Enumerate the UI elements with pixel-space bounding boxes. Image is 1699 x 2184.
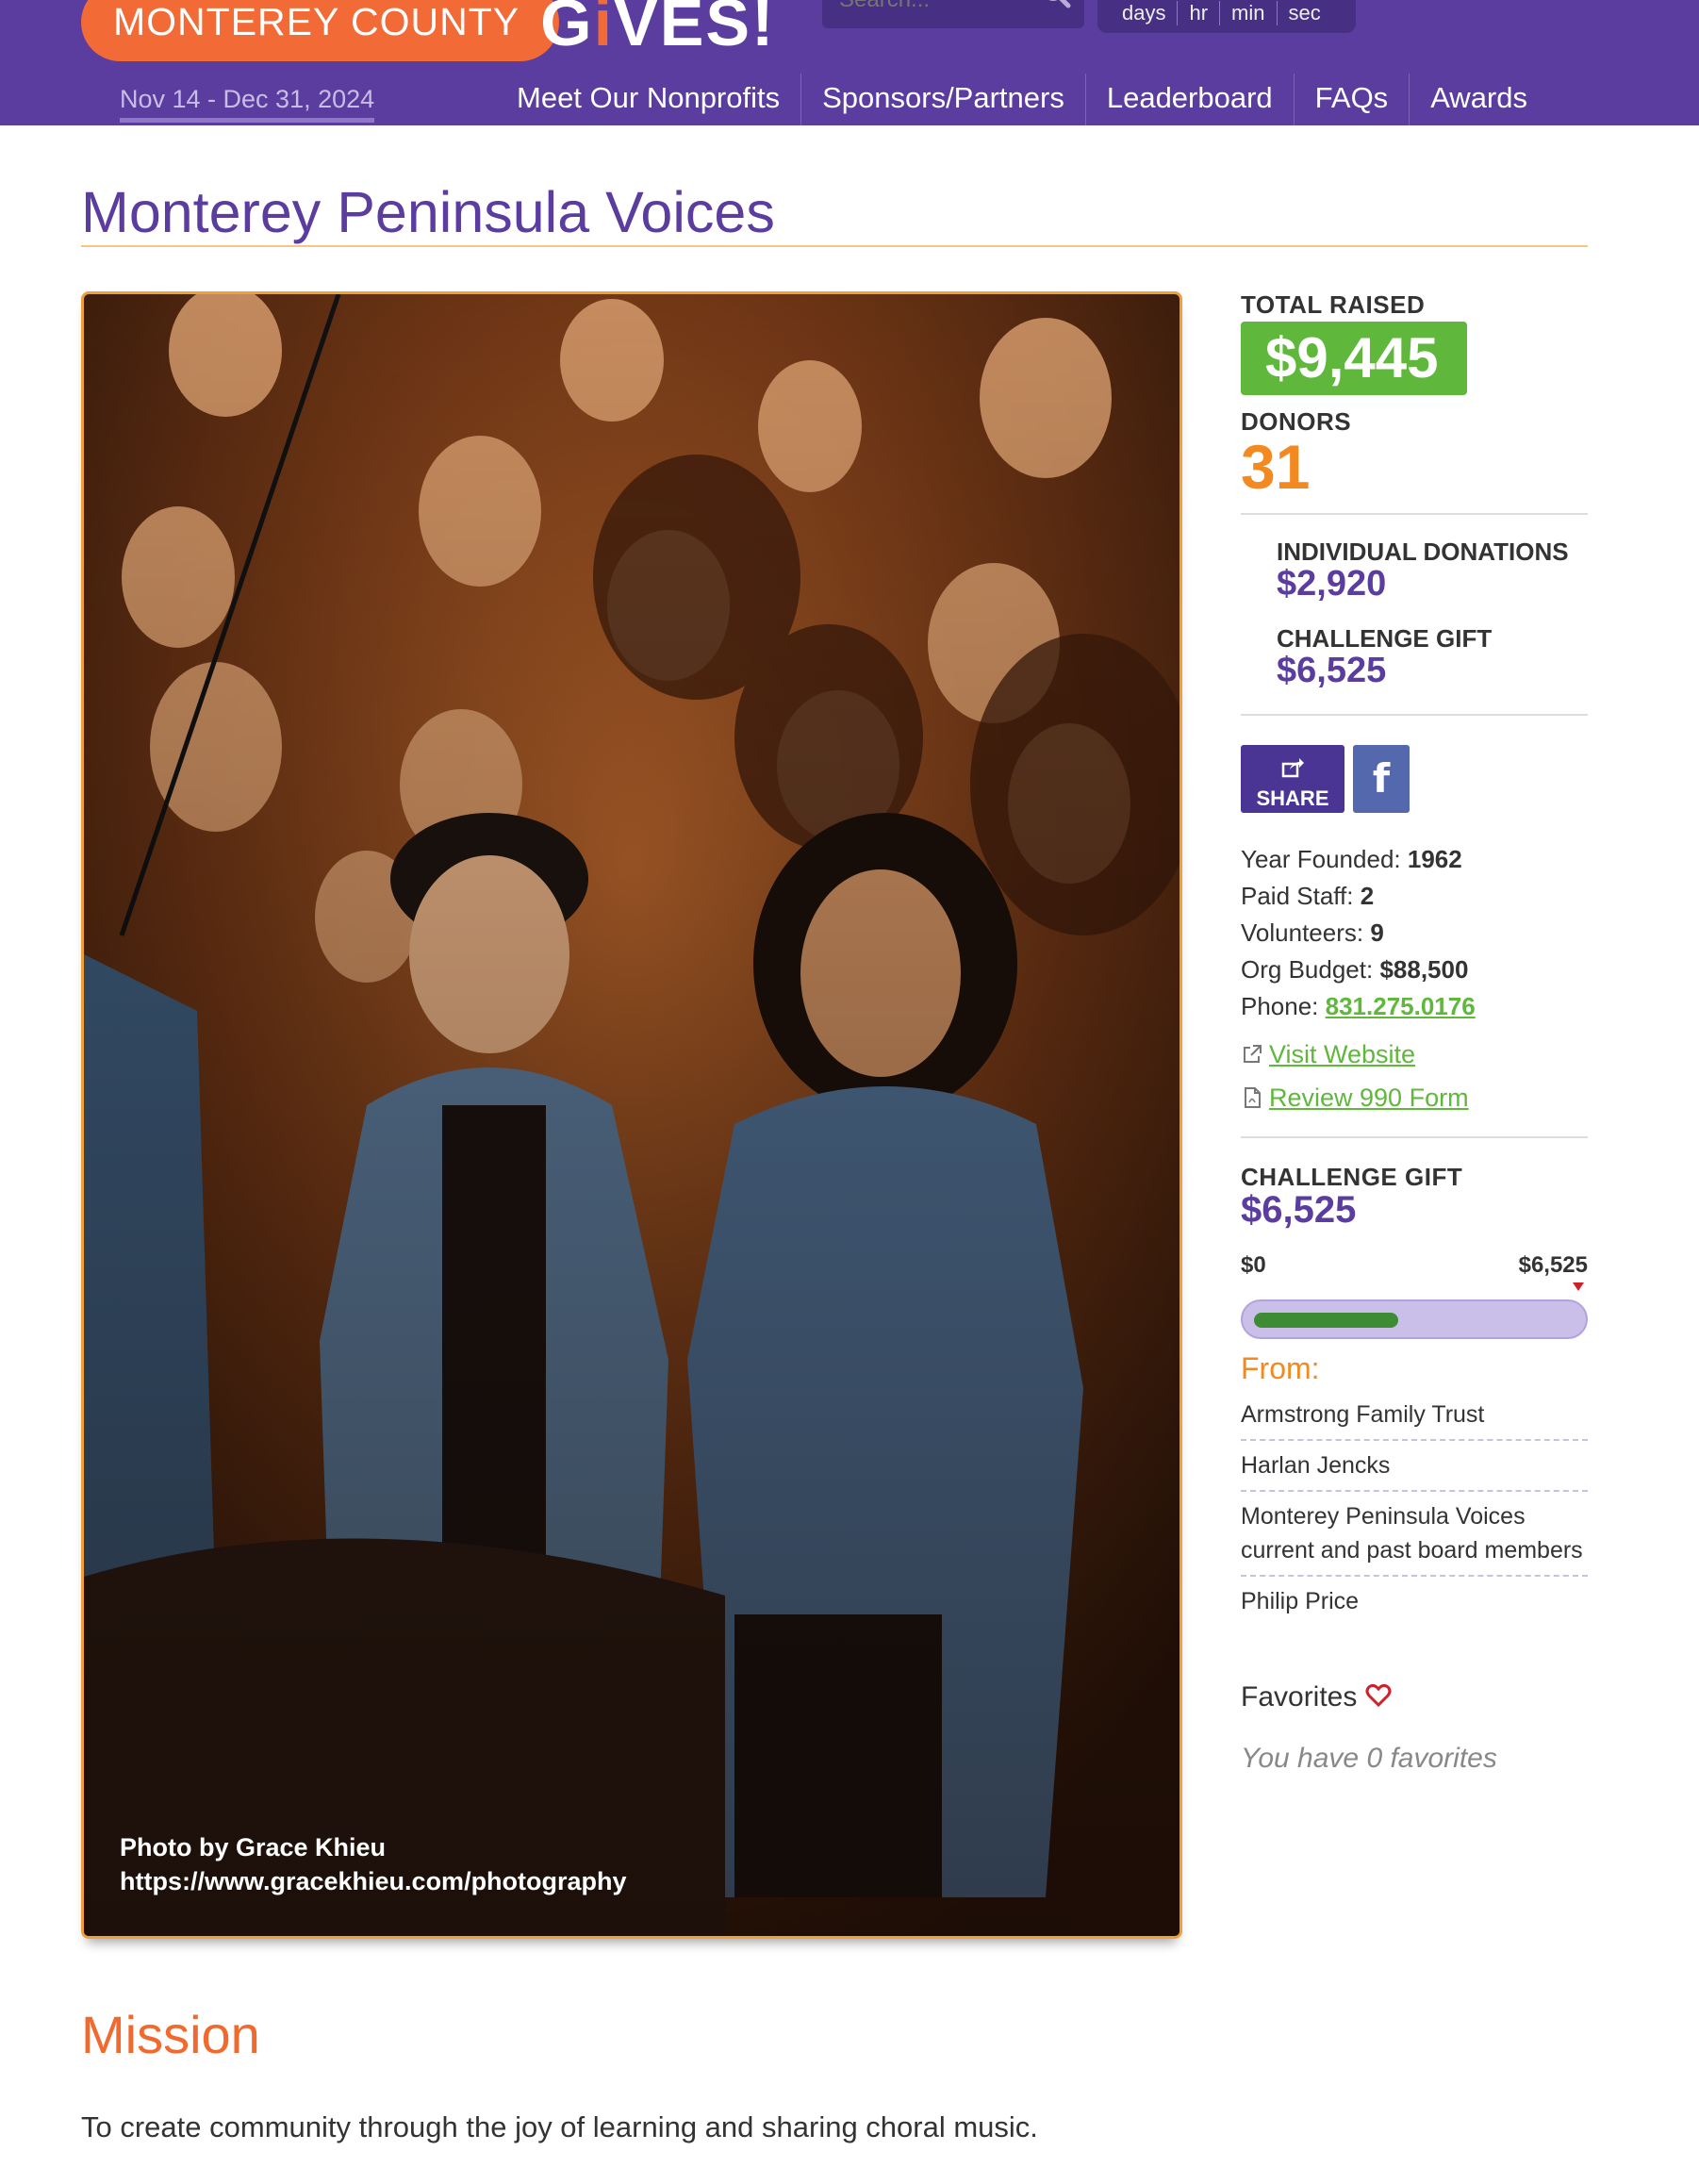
logo-county-text: MONTEREY COUNTY: [113, 0, 520, 43]
fact-year-label: Year Founded:: [1241, 845, 1401, 873]
nav-leaderboard[interactable]: Leaderboard: [1086, 74, 1295, 125]
heart-icon[interactable]: [1365, 1683, 1392, 1708]
total-raised-label: TOTAL RAISED: [1241, 290, 1426, 319]
logo-gives-g: G: [540, 0, 594, 59]
from-label: From:: [1241, 1351, 1320, 1385]
logo-gives-i: i: [593, 0, 615, 59]
challenge-donor-item: Harlan Jencks: [1241, 1441, 1588, 1492]
campaign-date-range: Nov 14 - Dec 31, 2024: [120, 85, 375, 113]
date-underline: [120, 118, 374, 123]
fact-volunteers-value: 9: [1370, 918, 1384, 947]
fact-org-budget: Org Budget: $88,500: [1241, 951, 1588, 988]
logo-county-pill: MONTEREY COUNTY: [81, 0, 560, 61]
fact-budget-value: $88,500: [1379, 955, 1469, 984]
share-icon: [1281, 758, 1304, 778]
challenge-gift-section-amount: $6,525: [1241, 1189, 1357, 1231]
share-button-label: SHARE: [1256, 786, 1329, 810]
favorites-label: Favorites: [1241, 1681, 1358, 1712]
challenge-donor-item: Philip Price: [1241, 1588, 1360, 1614]
mission-text: To create community through the joy of l…: [81, 2110, 1038, 2143]
fact-phone-label: Phone:: [1241, 992, 1319, 1020]
stats-divider-1: [1241, 513, 1588, 515]
site-logo[interactable]: MONTEREY COUNTY GiVES!: [81, 0, 775, 61]
choir-photo-image: [84, 294, 1179, 1936]
external-link-icon: [1244, 1045, 1262, 1063]
facebook-button[interactable]: f: [1353, 745, 1410, 813]
stats-divider-3: [1241, 1136, 1588, 1138]
countdown-seconds-label: sec: [1288, 1, 1321, 25]
favorites-header: Favorites: [1241, 1681, 1392, 1713]
individual-donations-label: INDIVIDUAL DONATIONS: [1277, 538, 1569, 566]
fact-budget-label: Org Budget:: [1241, 955, 1374, 984]
countdown-minutes-label: min: [1220, 1, 1278, 25]
countdown-hours-label: hr: [1178, 1, 1221, 25]
total-raised-amount: $9,445: [1241, 322, 1467, 395]
form-990-link-row: Review 990 Form: [1241, 1084, 1469, 1113]
logo-gives-rest: VES!: [614, 0, 776, 59]
nav-awards[interactable]: Awards: [1410, 74, 1548, 125]
search-icon[interactable]: [1041, 0, 1071, 8]
phone-link[interactable]: 831.275.0176: [1326, 992, 1476, 1020]
challenge-gift-label: CHALLENGE GIFT: [1277, 624, 1493, 653]
mission-heading: Mission: [81, 2005, 260, 2064]
search-input[interactable]: [839, 0, 1028, 14]
nav-meet-our-nonprofits[interactable]: Meet Our Nonprofits: [496, 74, 802, 125]
fact-volunteers: Volunteers: 9: [1241, 915, 1588, 951]
review-990-form-link[interactable]: Review 990 Form: [1269, 1084, 1469, 1112]
challenge-progress-bar: [1241, 1299, 1588, 1339]
countdown-timer: days hr min sec: [1097, 0, 1356, 33]
org-facts: Year Founded: 1962 Paid Staff: 2 Volunte…: [1241, 841, 1588, 1025]
search-box: [822, 0, 1084, 28]
progress-min-label: $0: [1241, 1252, 1266, 1278]
pdf-file-icon: [1245, 1087, 1261, 1108]
photo-credit-url: https://www.gracekhieu.com/photography: [120, 1867, 627, 1895]
progress-goal-marker: [1573, 1282, 1584, 1291]
share-button[interactable]: SHARE: [1241, 745, 1344, 813]
countdown-days-label: days: [1111, 1, 1179, 25]
photo-credit-author: Photo by Grace Khieu: [120, 1833, 387, 1861]
nav-sponsors-partners[interactable]: Sponsors/Partners: [801, 74, 1086, 125]
fact-paid-staff: Paid Staff: 2: [1241, 878, 1588, 915]
challenge-gift-section-label: CHALLENGE GIFT: [1241, 1163, 1463, 1191]
fact-volunteers-label: Volunteers:: [1241, 918, 1364, 947]
challenge-progress-fill: [1254, 1313, 1398, 1328]
challenge-donor-item: Armstrong Family Trust: [1241, 1390, 1588, 1441]
title-divider: [81, 245, 1588, 247]
fact-phone: Phone: 831.275.0176: [1241, 988, 1588, 1025]
visit-website-link[interactable]: Visit Website: [1269, 1040, 1415, 1068]
fact-staff-label: Paid Staff:: [1241, 882, 1354, 910]
photo-credit: Photo by Grace Khieu https://www.gracekh…: [120, 1830, 627, 1898]
progress-max-label: $6,525: [1518, 1252, 1588, 1278]
facebook-icon: f: [1372, 755, 1391, 802]
favorites-count-note: You have 0 favorites: [1241, 1743, 1497, 1774]
challenge-donor-item: Monterey Peninsula Voices current and pa…: [1241, 1492, 1588, 1577]
nav-faqs[interactable]: FAQs: [1295, 74, 1410, 125]
fact-staff-value: 2: [1360, 882, 1375, 910]
fact-year-founded: Year Founded: 1962: [1241, 841, 1588, 878]
nonprofit-photo: Photo by Grace Khieu https://www.gracekh…: [81, 291, 1182, 1939]
site-header: MONTEREY COUNTY GiVES! Nov 14 - Dec 31, …: [0, 0, 1699, 125]
website-link-row: Visit Website: [1241, 1040, 1415, 1069]
main-nav: Meet Our Nonprofits Sponsors/Partners Le…: [496, 74, 1548, 125]
challenge-donor-list: Armstrong Family Trust Harlan Jencks Mon…: [1241, 1390, 1588, 1626]
donors-count: 31: [1241, 432, 1311, 502]
stats-divider-2: [1241, 714, 1588, 716]
fact-year-value: 1962: [1407, 845, 1462, 873]
individual-donations-amount: $2,920: [1277, 564, 1387, 604]
page-title: Monterey Peninsula Voices: [81, 180, 775, 244]
challenge-gift-amount: $6,525: [1277, 651, 1387, 690]
logo-gives-text: GiVES!: [540, 0, 775, 56]
